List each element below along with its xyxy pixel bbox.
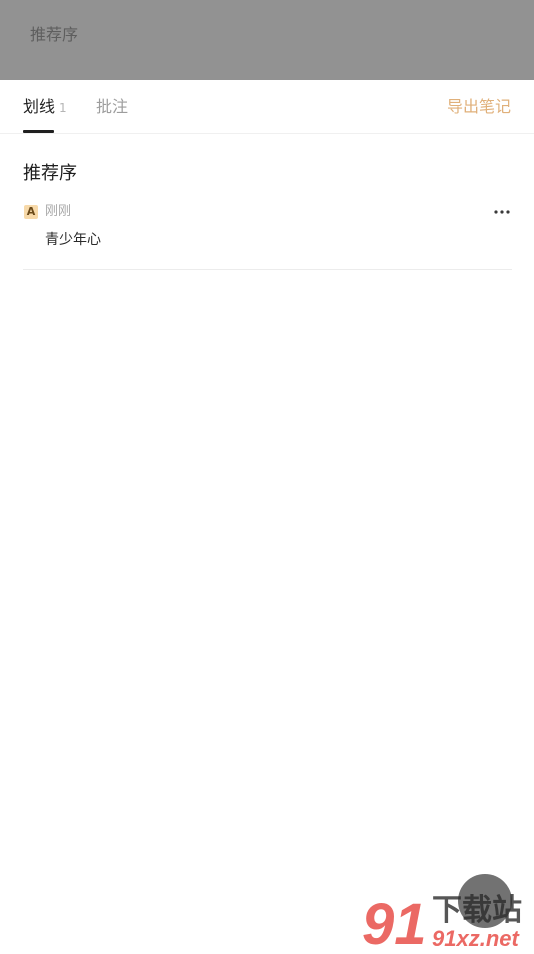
more-options-icon[interactable] <box>492 202 512 222</box>
tab-underlines-count: 1 <box>59 101 67 115</box>
tab-underlines-label: 划线 <box>23 97 56 116</box>
tab-annotations[interactable]: 批注 <box>96 97 128 117</box>
note-item[interactable]: A 刚刚 青少年心 <box>23 202 512 270</box>
notes-tab-bar: 划线 1 批注 导出笔记 <box>0 80 534 134</box>
note-timestamp: 刚刚 <box>45 204 72 219</box>
highlighted-text: 青少年心 <box>45 232 101 248</box>
chapter-title: 推荐序 <box>23 163 77 184</box>
tab-underlines[interactable]: 划线 1 <box>23 97 67 118</box>
export-notes-button[interactable]: 导出笔记 <box>447 97 511 117</box>
highlight-type-badge: A <box>24 205 38 219</box>
tab-annotations-label: 批注 <box>96 97 129 116</box>
dimmed-reader-header[interactable]: 推荐序 <box>0 0 534 80</box>
active-tab-indicator <box>23 130 54 133</box>
notes-panel: 划线 1 批注 导出笔记 推荐序 A 刚刚 青少年心 <box>0 80 534 950</box>
floating-action-button[interactable] <box>458 874 512 928</box>
dimmed-book-title: 推荐序 <box>30 25 79 44</box>
